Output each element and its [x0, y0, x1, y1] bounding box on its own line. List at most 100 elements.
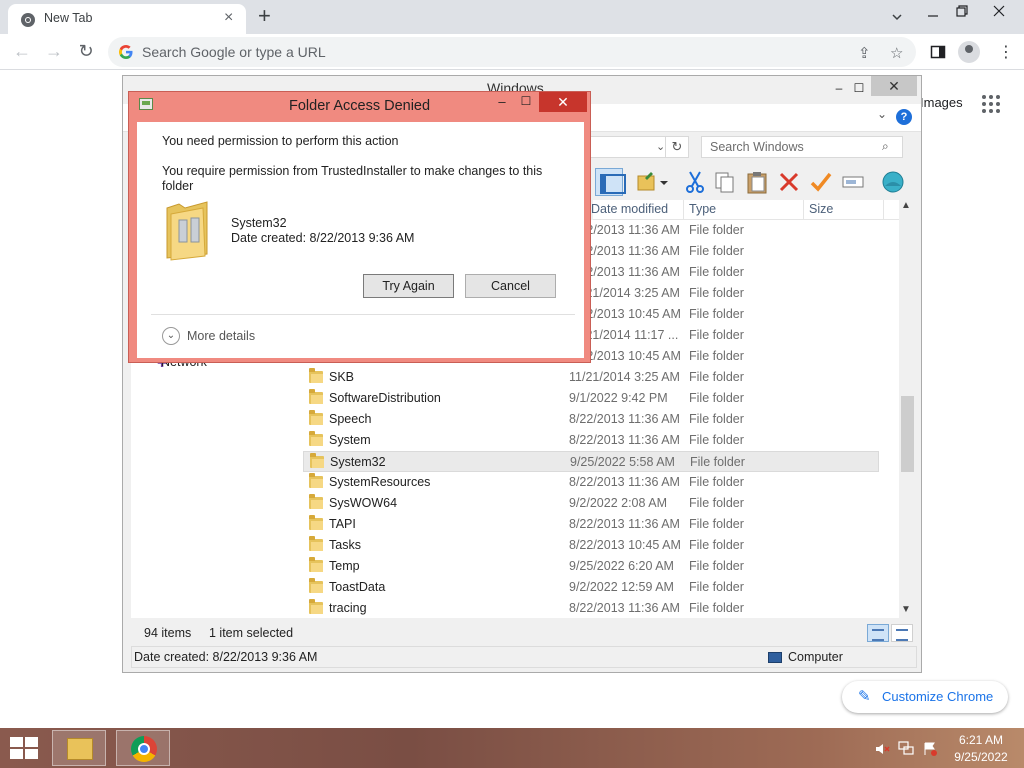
file-type: File folder: [689, 391, 744, 405]
column-date-modified[interactable]: Date modified: [591, 202, 668, 216]
file-date-modified: 8/22/2013 10:45 AM: [569, 538, 681, 552]
forward-button[interactable]: →: [44, 41, 64, 61]
paste-icon[interactable]: [743, 168, 771, 196]
customize-chrome-button[interactable]: ✎ Customize Chrome: [842, 681, 1008, 713]
column-size[interactable]: Size: [809, 202, 833, 216]
file-row[interactable]: TAPI 8/22/2013 11:36 AM File folder: [303, 514, 879, 535]
tab-new-tab[interactable]: New Tab ×: [8, 4, 246, 34]
file-row[interactable]: Temp 9/25/2022 6:20 AM File folder: [303, 556, 879, 577]
file-row[interactable]: System 8/22/2013 11:36 AM File folder: [303, 430, 879, 451]
folder-icon: [309, 473, 323, 488]
refresh-button[interactable]: ↻: [665, 136, 689, 158]
file-row[interactable]: SKB 11/21/2014 3:25 AM File folder: [303, 367, 879, 388]
scroll-up-icon[interactable]: ▲: [901, 200, 911, 211]
clock-time[interactable]: 6:21 AM: [956, 733, 1006, 747]
scrollbar-thumb[interactable]: [901, 396, 914, 472]
checkmark-icon[interactable]: [807, 168, 835, 196]
tab-search-chevron-icon[interactable]: [890, 10, 904, 24]
cancel-button[interactable]: Cancel: [465, 274, 556, 298]
dialog-message: You need permission to perform this acti…: [162, 134, 399, 148]
taskbar-chrome[interactable]: [116, 730, 170, 766]
folder-icon: [309, 557, 323, 572]
more-details-link[interactable]: More details: [187, 329, 255, 343]
omnibox[interactable]: Search Google or type a URL ⇪ ☆: [108, 37, 916, 67]
details-location: Computer: [788, 650, 843, 664]
clock-date[interactable]: 9/25/2022: [950, 750, 1012, 764]
folder-icon: [310, 453, 324, 468]
back-button[interactable]: ←: [12, 41, 32, 61]
file-row[interactable]: tracing 8/22/2013 11:36 AM File folder: [303, 598, 879, 619]
google-images-link[interactable]: Images: [920, 95, 963, 110]
address-dropdown-icon[interactable]: ⌄: [656, 140, 665, 153]
folder-icon: [309, 515, 323, 530]
delete-icon[interactable]: [775, 168, 803, 196]
globe-icon[interactable]: [879, 168, 907, 196]
column-divider[interactable]: [683, 200, 684, 220]
dialog-maximize-icon[interactable]: ☐: [515, 94, 537, 112]
reload-button[interactable]: ↻: [76, 41, 96, 61]
google-apps-icon[interactable]: [982, 95, 1000, 113]
omnibox-placeholder: Search Google or type a URL: [142, 44, 326, 60]
explorer-maximize-icon[interactable]: ☐: [847, 78, 871, 98]
computer-icon: [768, 652, 782, 663]
file-type: File folder: [689, 307, 744, 321]
bookmark-star-icon[interactable]: ☆: [890, 44, 903, 62]
ribbon-expand-icon[interactable]: ⌄: [877, 107, 887, 121]
column-headers: Date modified Type Size: [591, 200, 903, 220]
file-date-modified: 8/22/2013 11:36 AM: [569, 601, 680, 615]
details-view-button[interactable]: [867, 624, 889, 642]
file-row[interactable]: ToastData 9/2/2022 12:59 AM File folder: [303, 577, 879, 598]
share-icon[interactable]: ⇪: [858, 44, 871, 62]
file-type: File folder: [689, 349, 744, 363]
copy-icon[interactable]: [711, 168, 739, 196]
window-restore-icon[interactable]: [955, 4, 969, 18]
column-divider[interactable]: [883, 200, 884, 220]
more-details-chevron-icon[interactable]: ⌄: [162, 327, 180, 345]
chrome-menu-icon[interactable]: ⋮: [998, 42, 1014, 62]
column-type[interactable]: Type: [689, 202, 716, 216]
file-row[interactable]: SystemResources 8/22/2013 11:36 AM File fo…: [303, 472, 879, 493]
explorer-close-button[interactable]: ✕: [871, 76, 917, 96]
window-minimize-icon[interactable]: [926, 8, 940, 22]
properties-dropdown-icon[interactable]: [657, 168, 671, 196]
file-date-modified: 8/22/2013 11:36 AM: [569, 412, 680, 426]
window-close-icon[interactable]: [992, 4, 1006, 18]
file-name: Tasks: [329, 538, 361, 552]
file-name: System: [329, 433, 371, 447]
dialog-close-button[interactable]: ✕: [539, 92, 587, 112]
file-row[interactable]: Tasks 8/22/2013 10:45 AM File folder: [303, 535, 879, 556]
folder-icon: [309, 599, 323, 614]
file-row[interactable]: SoftwareDistribution 9/1/2022 9:42 PM File…: [303, 388, 879, 409]
side-panel-icon[interactable]: [930, 44, 946, 60]
scroll-down-icon[interactable]: ▼: [901, 604, 911, 615]
volume-muted-icon[interactable]: [874, 741, 890, 757]
action-center-icon[interactable]: [922, 741, 938, 757]
file-date-modified: 8/22/2013 11:36 AM: [569, 475, 680, 489]
search-windows-input[interactable]: Search Windows ⌕: [701, 136, 903, 158]
file-date-modified: 9/2/2022 12:59 AM: [569, 580, 674, 594]
new-tab-button[interactable]: +: [258, 4, 271, 28]
file-date-modified: 9/25/2022 5:58 AM: [570, 455, 675, 469]
large-icons-view-button[interactable]: [891, 624, 913, 642]
cut-icon[interactable]: [681, 168, 709, 196]
file-row[interactable]: SysWOW64 9/2/2022 2:08 AM File folder: [303, 493, 879, 514]
file-name: Temp: [329, 559, 360, 573]
layout-pane-button[interactable]: [595, 168, 626, 196]
file-row[interactable]: System32 9/25/2022 5:58 AM File folder: [303, 451, 879, 472]
network-tray-icon[interactable]: [898, 740, 914, 756]
help-icon[interactable]: ?: [896, 109, 912, 125]
dialog-minimize-icon[interactable]: –: [491, 94, 513, 112]
file-type: File folder: [689, 265, 744, 279]
file-name: SKB: [329, 370, 355, 384]
file-date-modified: 9/25/2022 6:20 AM: [569, 559, 674, 573]
tab-close-icon[interactable]: ×: [224, 10, 233, 26]
windows-start-icon[interactable]: [8, 736, 40, 760]
column-divider[interactable]: [803, 200, 804, 220]
try-again-button[interactable]: Try Again: [363, 274, 454, 298]
folder-icon: [309, 578, 323, 593]
profile-avatar[interactable]: [958, 41, 980, 63]
taskbar-file-explorer[interactable]: [52, 730, 106, 766]
vertical-scrollbar[interactable]: ▲ ▼: [899, 200, 916, 618]
file-row[interactable]: Speech 8/22/2013 11:36 AM File folder: [303, 409, 879, 430]
rename-icon[interactable]: [839, 168, 867, 196]
